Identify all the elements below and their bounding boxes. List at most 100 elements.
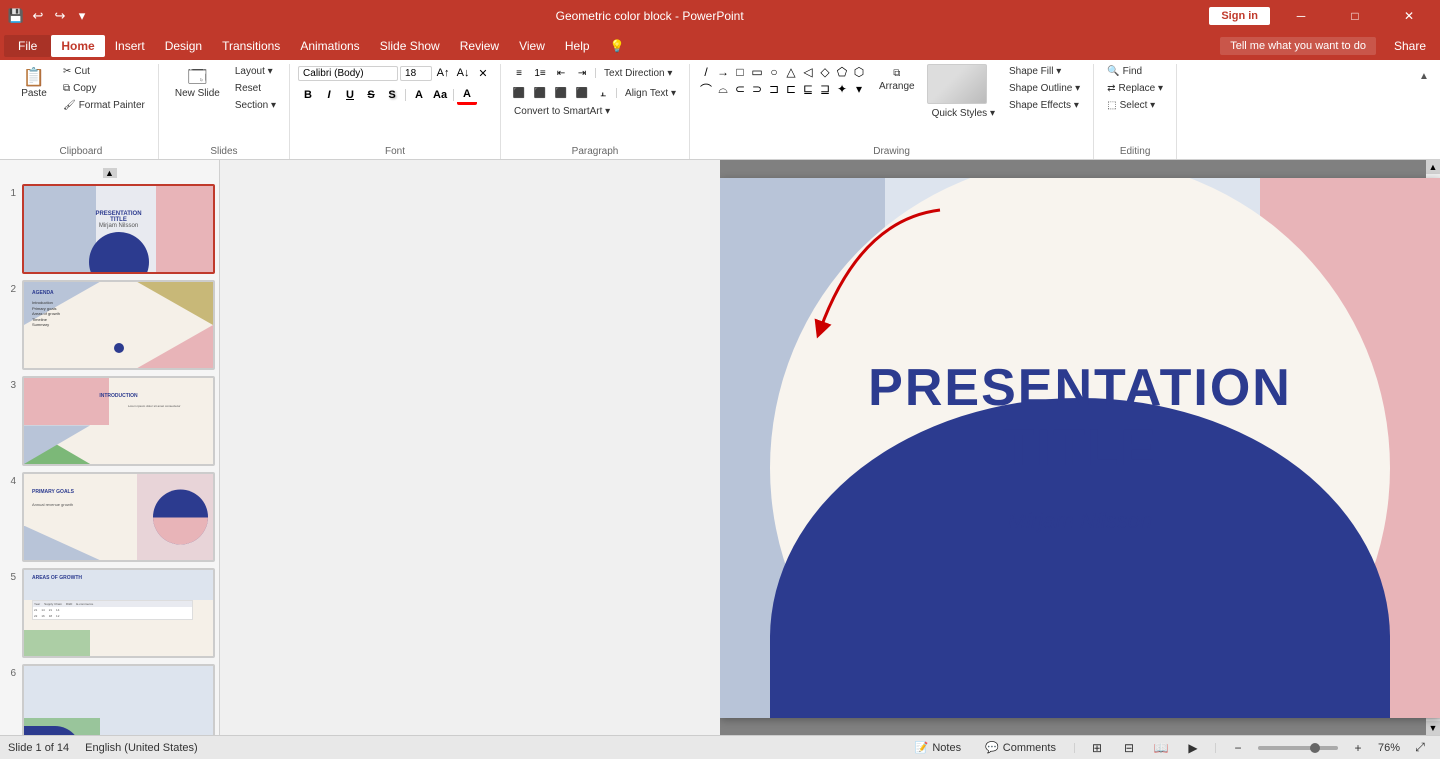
slide-preview-5[interactable]: AREAS OF GROWTH YearSupply ChainR&DE-com…: [22, 568, 215, 658]
shape-rect[interactable]: □: [732, 64, 748, 80]
undo-icon[interactable]: ↩: [30, 8, 46, 24]
convert-smartart-button[interactable]: Convert to SmartArt ▾: [509, 104, 615, 119]
shape-s10[interactable]: ▾: [851, 81, 867, 97]
layout-button[interactable]: Layout ▾: [230, 64, 281, 79]
slide-preview-3[interactable]: INTRODUCTION Lorem ipsum dolor sit amet …: [22, 376, 215, 466]
menu-slideshow[interactable]: Slide Show: [370, 35, 450, 57]
save-icon[interactable]: 💾: [8, 8, 24, 24]
slides-scroll-up[interactable]: ▲: [103, 168, 117, 178]
menu-insert[interactable]: Insert: [105, 35, 155, 57]
cut-button[interactable]: ✂ Cut: [58, 64, 150, 79]
reset-button[interactable]: Reset: [230, 81, 281, 96]
shape-s8[interactable]: ⊒: [817, 81, 833, 97]
shape-s3[interactable]: ⊂: [732, 81, 748, 97]
ribbon-collapse-button[interactable]: ▲: [1412, 64, 1436, 88]
italic-button[interactable]: I: [319, 85, 339, 105]
slide-preview-6[interactable]: [22, 664, 215, 735]
arrange-button[interactable]: ⧉ Arrange: [871, 64, 923, 96]
minimize-button[interactable]: ─: [1278, 0, 1324, 32]
shape-s4[interactable]: ⊃: [749, 81, 765, 97]
slide-subtitle[interactable]: Mirjam Nilsson: [1008, 508, 1152, 534]
zoom-slider[interactable]: [1258, 746, 1338, 750]
font-name-input[interactable]: Calibri (Body): [298, 66, 398, 81]
slide-thumbnail-5[interactable]: 5 AREAS OF GROWTH YearSupply ChainR&DE-c…: [4, 568, 215, 658]
shape-fill-button[interactable]: Shape Fill ▾: [1004, 64, 1085, 79]
shape-pentagon[interactable]: ⬠: [834, 64, 850, 80]
replace-button[interactable]: ⇄ Replace ▾: [1102, 81, 1168, 96]
slide-thumbnail-6[interactable]: 6: [4, 664, 215, 735]
shape-hex[interactable]: ⬡: [851, 64, 867, 80]
sign-in-button[interactable]: Sign in: [1209, 7, 1270, 25]
shape-s7[interactable]: ⊑: [800, 81, 816, 97]
format-painter-button[interactable]: 🖌 Format Painter: [58, 98, 150, 113]
customize-qat-icon[interactable]: ▾: [74, 8, 90, 24]
menu-help[interactable]: Help: [555, 35, 600, 57]
char-spacing-button[interactable]: A: [409, 85, 429, 105]
shape-outline-button[interactable]: Shape Outline ▾: [1004, 81, 1085, 96]
shape-s9[interactable]: ✦: [834, 81, 850, 97]
align-text-button[interactable]: Align Text ▾: [620, 86, 681, 101]
numbering-button[interactable]: 1≡: [530, 64, 550, 82]
bold-button[interactable]: B: [298, 85, 318, 105]
decrease-font-button[interactable]: A↓: [454, 64, 472, 82]
canvas-scroll-bottom[interactable]: ▼: [1426, 721, 1440, 735]
decrease-indent-button[interactable]: ⇤: [551, 64, 571, 82]
case-button[interactable]: Aa: [430, 85, 450, 105]
menu-review[interactable]: Review: [450, 35, 509, 57]
menu-home[interactable]: Home: [51, 35, 104, 57]
strikethrough-button[interactable]: S: [361, 85, 381, 105]
center-button[interactable]: ⬛: [530, 84, 550, 102]
quick-styles-button[interactable]: Quick Styles ▾: [927, 106, 1000, 121]
shape-diamond[interactable]: ◇: [817, 64, 833, 80]
slide-thumbnail-4[interactable]: 4 PRIMARY GOALS Annual revenue growth: [4, 472, 215, 562]
menu-design[interactable]: Design: [155, 35, 212, 57]
slide-thumbnail-3[interactable]: 3 INTRODUCTION Lorem ipsum dolor sit ame…: [4, 376, 215, 466]
find-button[interactable]: 🔍 Find: [1102, 64, 1147, 79]
shadow-button[interactable]: S: [382, 85, 402, 105]
quick-styles-preview[interactable]: [927, 64, 987, 104]
slide-canvas[interactable]: PRESENTATION TITLE Mirjam Nilsson: [720, 178, 1440, 718]
justify-button[interactable]: ⬛: [572, 84, 592, 102]
underline-button[interactable]: U: [340, 85, 360, 105]
new-slide-button[interactable]: 🗔 New Slide: [167, 64, 228, 103]
align-left-button[interactable]: ⬛: [509, 84, 529, 102]
tell-me-input[interactable]: Tell me what you want to do: [1220, 37, 1376, 55]
menu-transitions[interactable]: Transitions: [212, 35, 290, 57]
reading-view-button[interactable]: 📖: [1149, 739, 1173, 757]
section-button[interactable]: Section ▾: [230, 98, 281, 113]
shape-s6[interactable]: ⊏: [783, 81, 799, 97]
slide-sorter-button[interactable]: ⊟: [1117, 739, 1141, 757]
restore-button[interactable]: □: [1332, 0, 1378, 32]
font-size-input[interactable]: 18: [400, 66, 432, 81]
close-button[interactable]: ✕: [1386, 0, 1432, 32]
shape-s5[interactable]: ⊐: [766, 81, 782, 97]
canvas-area[interactable]: ▲ ▼ ▼ PRESENTATION TITLE Mirjam Nilsson: [720, 160, 1440, 735]
shape-triangle[interactable]: △: [783, 64, 799, 80]
shape-round-rect[interactable]: ▭: [749, 64, 765, 80]
shape-rtriangle[interactable]: ◁: [800, 64, 816, 80]
slide-preview-4[interactable]: PRIMARY GOALS Annual revenue growth: [22, 472, 215, 562]
share-button[interactable]: Share: [1384, 35, 1436, 57]
paste-button[interactable]: 📋 Paste: [12, 64, 56, 103]
slide-title[interactable]: PRESENTATION TITLE: [868, 358, 1292, 478]
slide-preview-2[interactable]: AGENDA IntroductionPrimary goalsAreas of…: [22, 280, 215, 370]
comments-button[interactable]: 💬 Comments: [977, 739, 1064, 756]
slide-preview-1[interactable]: PRESENTATIONTITLEMirjam Nilsson: [22, 184, 215, 274]
columns-button[interactable]: ⫠: [593, 84, 613, 102]
shape-s1[interactable]: ⌒: [698, 81, 714, 97]
redo-icon[interactable]: ↪: [52, 8, 68, 24]
canvas-scroll-up[interactable]: ▲: [1426, 160, 1440, 174]
normal-view-button[interactable]: ⊞: [1085, 739, 1109, 757]
slideshow-button[interactable]: ▶: [1181, 739, 1205, 757]
align-right-button[interactable]: ⬛: [551, 84, 571, 102]
zoom-out-button[interactable]: −: [1226, 739, 1250, 757]
notes-button[interactable]: 📝 Notes: [907, 739, 969, 756]
shape-effects-button[interactable]: Shape Effects ▾: [1004, 98, 1085, 113]
clear-format-button[interactable]: ✕: [474, 64, 492, 82]
slide-thumbnail-2[interactable]: 2 AGENDA IntroductionPrimary goalsAreas …: [4, 280, 215, 370]
shape-circle[interactable]: ○: [766, 64, 782, 80]
shape-s2[interactable]: ⌓: [715, 81, 731, 97]
menu-animations[interactable]: Animations: [290, 35, 369, 57]
zoom-in-button[interactable]: +: [1346, 739, 1370, 757]
text-direction-button[interactable]: Text Direction ▾: [599, 66, 677, 81]
